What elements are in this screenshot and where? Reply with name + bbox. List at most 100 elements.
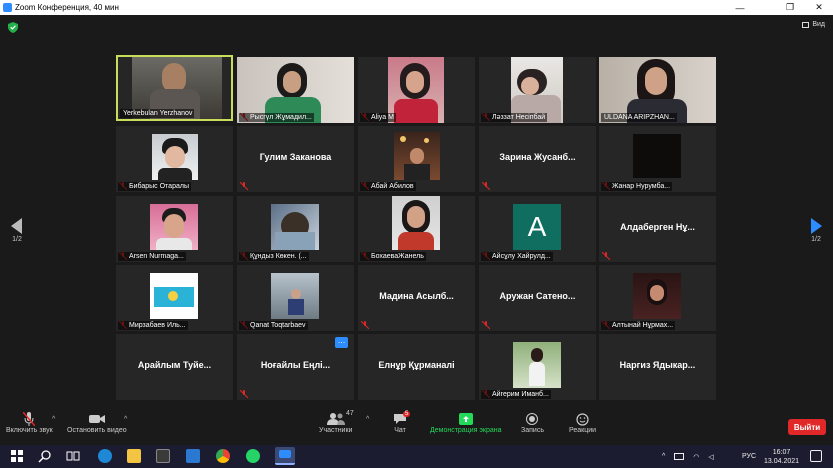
volume-icon[interactable]: ◁ (708, 453, 713, 461)
participant-tile[interactable]: Yerkebulan Yerzhanov (116, 55, 233, 121)
smiley-icon (576, 412, 589, 426)
participant-tile[interactable]: Айгерим Иманб... (479, 334, 596, 400)
participant-tile[interactable]: Аружан Сатено... (479, 265, 596, 331)
view-button[interactable]: Вид (802, 21, 825, 28)
title-bar: Zoom Конференция, 40 мин — ❐ ✕ (0, 0, 833, 15)
participant-tile[interactable]: Qanat Toqtarbaev (237, 265, 354, 331)
reactions-button[interactable]: Реакции (569, 411, 596, 434)
chat-label: Чат (394, 427, 406, 434)
wifi-icon[interactable]: ◠ (693, 453, 699, 461)
avatar: A (513, 204, 561, 250)
close-window-button[interactable]: ✕ (806, 0, 832, 15)
participant-tile[interactable]: Абай Абилов (358, 126, 475, 192)
participant-name: Айсұлу Хайрулд... (481, 252, 553, 261)
participant-tile[interactable]: Жанар Нурумба... (599, 126, 716, 192)
video-options-caret-icon[interactable]: ^ (124, 416, 127, 423)
mic-muted-icon (482, 182, 490, 190)
next-page-indicator: 1/2 (811, 236, 821, 243)
participant-tile[interactable]: Зарина Жусанб... (479, 126, 596, 192)
participant-tile[interactable]: Aliya M (358, 57, 475, 123)
taskbar-clock[interactable]: 16:07 13.04.2021 (764, 445, 799, 468)
minimize-button[interactable]: — (727, 0, 753, 15)
participant-tile[interactable]: Алтынай Нұрмах... (599, 265, 716, 331)
video-feed (150, 204, 198, 250)
unmute-button[interactable]: Включить звук (6, 411, 53, 434)
participant-tile[interactable]: Рысгүл Жұмадил... (237, 57, 354, 123)
whatsapp-icon[interactable] (246, 449, 260, 463)
notifications-icon[interactable] (810, 450, 822, 462)
chevron-right-icon (811, 218, 822, 234)
participant-tile[interactable]: БохаеваЖанель (358, 196, 475, 262)
mic-muted-icon (482, 321, 490, 329)
battery-icon[interactable] (674, 453, 685, 460)
share-screen-label: Демонстрация экрана (430, 427, 502, 434)
participant-tile[interactable]: ULDANA ARIPZHAN... (599, 57, 716, 123)
task-view-icon[interactable] (66, 449, 80, 463)
mic-muted-icon (361, 321, 369, 329)
participant-tile[interactable]: Құндыз Көкен. (... (237, 196, 354, 262)
next-page-button[interactable]: 1/2 (809, 218, 823, 243)
maximize-button[interactable]: ❐ (777, 0, 803, 15)
participant-name: Yerkebulan Yerzhanov (120, 109, 195, 118)
participant-tile[interactable]: A Айсұлу Хайрулд... (479, 196, 596, 262)
record-button[interactable]: Запись (521, 411, 544, 434)
participant-tile[interactable]: Ноғайлы Еңлі... … (237, 334, 354, 400)
more-options-button[interactable]: … (335, 337, 348, 348)
participant-tile[interactable]: Елнұр Құрманалі (358, 334, 475, 400)
participant-name: Ләззат Несіпбай (481, 113, 548, 122)
audio-options-caret-icon[interactable]: ^ (52, 416, 55, 423)
participant-tile[interactable]: Мадина Асылб... (358, 265, 475, 331)
clock-time: 16:07 (772, 448, 791, 456)
system-tray: ^ ◠ ◁ (662, 445, 714, 468)
stop-video-button[interactable]: Остановить видео (67, 411, 127, 434)
participant-tile[interactable]: Арайлым Туйе... (116, 334, 233, 400)
prev-page-indicator: 1/2 (12, 236, 22, 243)
input-language[interactable]: РУС (742, 445, 756, 468)
participant-tile[interactable]: Arsen Nurmaga... (116, 196, 233, 262)
show-hidden-icons-icon[interactable]: ^ (662, 453, 665, 460)
mic-muted-icon (602, 252, 610, 260)
participant-tile[interactable]: Наргиз Ядыкар... (599, 334, 716, 400)
participant-tile[interactable]: Ләззат Несіпбай (479, 57, 596, 123)
participant-display-name: Арайлым Туйе... (137, 360, 212, 370)
participants-options-caret-icon[interactable]: ^ (366, 416, 369, 423)
encryption-shield-icon[interactable] (8, 22, 18, 33)
participant-name: ULDANA ARIPZHAN... (601, 113, 677, 122)
stop-video-label: Остановить видео (67, 427, 127, 434)
zoom-taskbar-icon[interactable] (275, 447, 295, 465)
windows-start-icon[interactable] (10, 449, 24, 463)
mail-icon[interactable] (186, 449, 200, 463)
prev-page-button[interactable]: 1/2 (10, 218, 24, 243)
participant-name: Aliya M (360, 113, 396, 122)
leave-meeting-button[interactable]: Выйти (788, 419, 826, 435)
participant-tile[interactable]: Бибарыс Отаралы (116, 126, 233, 192)
grid-view-icon (802, 21, 810, 28)
participant-tile[interactable]: Алдаберген Нұ... (599, 196, 716, 262)
video-feed (633, 134, 681, 178)
participant-tile[interactable]: Гулим Заканова (237, 126, 354, 192)
participant-display-name: Зарина Жусанб... (499, 152, 576, 162)
chrome-icon[interactable] (216, 449, 230, 463)
mic-muted-icon (23, 412, 36, 426)
store-icon[interactable] (156, 449, 170, 463)
video-feed (388, 57, 444, 123)
participant-name: Құндыз Көкен. (... (239, 252, 309, 261)
participants-icon (326, 413, 345, 425)
participant-name: Жанар Нурумба... (601, 182, 673, 191)
participant-name: Бибарыс Отаралы (118, 182, 191, 191)
file-explorer-icon[interactable] (127, 449, 141, 463)
participant-name: Рысгүл Жұмадил... (239, 113, 314, 122)
share-screen-button[interactable]: Демонстрация экрана (430, 411, 502, 434)
participant-display-name: Аружан Сатено... (499, 291, 576, 301)
reactions-label: Реакции (569, 427, 597, 434)
search-icon[interactable] (38, 449, 52, 463)
participant-name: Qanat Toqtarbaev (239, 321, 308, 330)
chat-unread-badge: 5 (403, 411, 411, 417)
video-feed (394, 132, 440, 180)
participant-tile[interactable]: Мирзабаев Иль... (116, 265, 233, 331)
edge-browser-icon[interactable] (98, 449, 112, 463)
video-feed (633, 273, 681, 319)
participant-display-name: Гулим Заканова (259, 152, 332, 162)
view-label: Вид (812, 21, 825, 28)
chevron-left-icon (11, 218, 22, 234)
